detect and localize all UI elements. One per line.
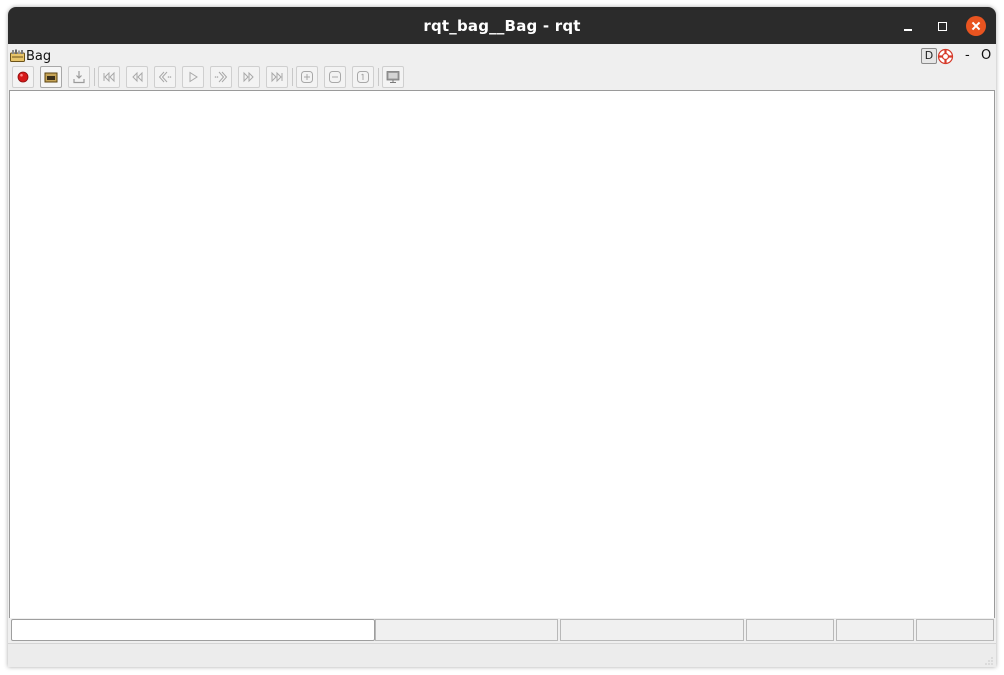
toolbar-separator [378, 68, 379, 86]
status-field [560, 619, 744, 641]
step-forward-icon [214, 71, 228, 83]
play-button[interactable] [182, 66, 204, 88]
zoom-reset-icon [357, 71, 369, 83]
zoom-out-button[interactable] [324, 66, 346, 88]
end-button[interactable] [266, 66, 288, 88]
thumbnails-icon [386, 71, 400, 83]
play-icon [189, 71, 198, 83]
record-button[interactable] [12, 66, 34, 88]
save-button[interactable] [68, 66, 90, 88]
record-icon [17, 71, 29, 83]
folder-open-icon [44, 72, 58, 83]
plugin-close-button[interactable]: O [981, 48, 991, 64]
plugin-title: Bag [26, 49, 52, 64]
skip-to-begin-icon [103, 71, 115, 83]
resize-grip-icon[interactable] [985, 657, 993, 665]
zoom-out-icon [329, 71, 341, 83]
window-maximize-button[interactable] [932, 16, 952, 36]
skip-to-end-icon [271, 71, 283, 83]
fast-forward-icon [243, 71, 254, 83]
thumbnails-button[interactable] [382, 66, 404, 88]
begin-button[interactable] [98, 66, 120, 88]
bag-toolbar [8, 65, 996, 90]
plugin-header: Bag D - O [8, 44, 996, 65]
save-icon [73, 71, 85, 84]
status-field [375, 619, 558, 641]
window-titlebar[interactable]: rqt_bag__Bag - rqt [8, 7, 996, 44]
filter-input[interactable] [11, 619, 375, 641]
window-minimize-button[interactable] [898, 16, 918, 36]
toolbar-separator [94, 68, 95, 86]
status-field [746, 619, 834, 641]
bag-timeline-area[interactable] [9, 90, 995, 619]
rewind-icon [132, 71, 143, 83]
app-window: rqt_bag__Bag - rqt Bag D - O [8, 7, 996, 667]
rewind-button[interactable] [126, 66, 148, 88]
zoom-in-button[interactable] [296, 66, 318, 88]
plugin-minimize-button[interactable]: - [965, 48, 970, 64]
zoom-in-icon [301, 71, 313, 83]
fast-forward-button[interactable] [238, 66, 260, 88]
open-button[interactable] [40, 66, 62, 88]
window-title: rqt_bag__Bag - rqt [423, 17, 581, 35]
bag-plugin-icon [10, 49, 25, 62]
step-back-button[interactable] [154, 66, 176, 88]
step-back-icon [158, 71, 172, 83]
status-field [916, 619, 994, 641]
step-forward-button[interactable] [210, 66, 232, 88]
window-close-button[interactable] [966, 16, 986, 36]
plugin-settings-button[interactable]: D [921, 48, 937, 64]
zoom-reset-button[interactable] [352, 66, 374, 88]
status-fields-row [9, 618, 995, 642]
status-field [836, 619, 914, 641]
toolbar-separator [292, 68, 293, 86]
window-statusbar [8, 643, 996, 667]
help-lifebuoy-icon[interactable] [937, 48, 954, 65]
